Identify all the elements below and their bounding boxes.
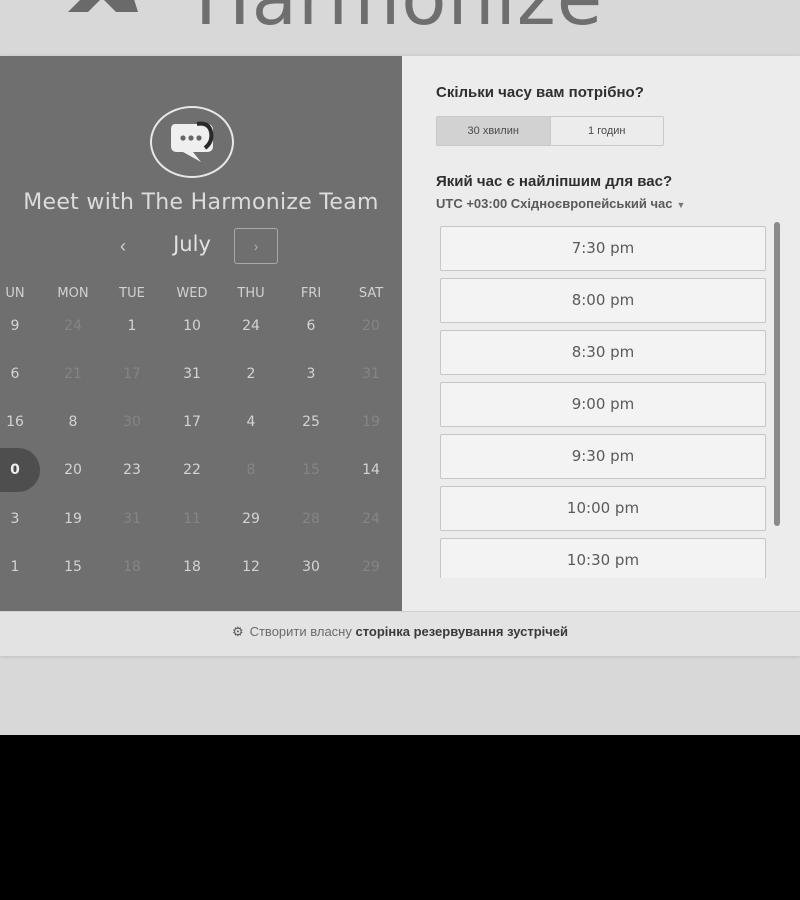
time-slot-button[interactable]: 10:30 pm xyxy=(440,538,766,578)
calendar-day: 19 xyxy=(362,414,380,430)
weekday-label: UN xyxy=(5,286,25,301)
calendar-day: 24 xyxy=(362,511,380,527)
month-navigation: ‹ July › xyxy=(0,228,402,268)
calendar-day[interactable]: 3 xyxy=(0,511,45,527)
duration-1-hour-button[interactable]: 1 годин xyxy=(550,117,663,145)
calendar-day[interactable]: 15 xyxy=(43,559,103,575)
calendar-day[interactable]: 20 xyxy=(43,462,103,478)
duration-selector: 30 хвилин 1 годин xyxy=(436,116,664,146)
calendar-day[interactable]: 29 xyxy=(221,511,281,527)
calendar-day: 15 xyxy=(302,462,320,478)
slot-list-scrollbar[interactable] xyxy=(774,222,780,526)
calendar-day: 21 xyxy=(64,366,82,382)
calendar-day: 31 xyxy=(123,511,141,527)
time-slot-button[interactable]: 8:00 pm xyxy=(440,278,766,323)
weekday-label: SAT xyxy=(358,286,384,301)
month-label: July xyxy=(173,232,211,256)
time-slot-list[interactable]: 7:30 pm 8:00 pm 8:30 pm 9:00 pm 9:30 pm 10:00… xyxy=(440,226,766,578)
weekday-label: MON xyxy=(57,286,89,301)
calendar-panel: Meet with The Harmonize Team ‹ July › UN… xyxy=(0,56,402,611)
calendar-day[interactable]: 4 xyxy=(221,414,281,430)
team-name: Meet with The Harmonize Team xyxy=(23,190,379,215)
calendar-day[interactable]: 12 xyxy=(221,559,281,575)
harmonize-logo-icon xyxy=(68,0,138,12)
weekday-label: FRI xyxy=(300,286,322,301)
weekday-label: TUE xyxy=(119,286,145,301)
footer-bar: ⚙ Створити власну сторінка резервування з… xyxy=(0,611,800,656)
calendar-day: 20 xyxy=(362,318,380,334)
calendar-day: 8 xyxy=(246,462,256,478)
calendar-day[interactable]: 10 xyxy=(162,318,222,334)
calendar-day: 29 xyxy=(362,559,380,575)
footer-link[interactable]: сторінка резервування зустрічей xyxy=(355,624,568,639)
calendar-day[interactable]: 14 xyxy=(341,462,401,478)
calendar-day[interactable]: 2 xyxy=(221,366,281,382)
footer-prefix: Створити власну xyxy=(249,624,356,639)
timezone-label: UTC +03:00 Східноєвропейський час xyxy=(436,196,673,211)
calendar-day: 17 xyxy=(123,366,141,382)
time-slot-button[interactable]: 10:00 pm xyxy=(440,486,766,531)
calendar-day[interactable]: 22 xyxy=(162,462,222,478)
calendar-day[interactable]: 1 xyxy=(0,559,45,575)
calendar-day[interactable]: 17 xyxy=(162,414,222,430)
duration-30-min-button[interactable]: 30 хвилин xyxy=(437,117,551,145)
calendar-day: 24 xyxy=(64,318,82,334)
calendar-day[interactable]: 31 xyxy=(162,366,222,382)
booking-panel: Скільки часу вам потрібно? 30 хвилин 1 г… xyxy=(402,56,800,611)
calendar-day[interactable]: 18 xyxy=(162,559,222,575)
calendar-day[interactable]: 6 xyxy=(281,318,341,334)
calendar-day[interactable]: 16 xyxy=(0,414,45,430)
time-slot-button[interactable]: 9:30 pm xyxy=(440,434,766,479)
calendar-day[interactable]: 30 xyxy=(281,559,341,575)
calendar-day[interactable]: 1 xyxy=(102,318,162,334)
time-slot-button[interactable]: 9:00 pm xyxy=(440,382,766,427)
duration-question: Скільки часу вам потрібно? xyxy=(436,84,644,101)
calendar-day[interactable]: 24 xyxy=(221,318,281,334)
calendar-day[interactable]: 19 xyxy=(43,511,103,527)
caret-down-icon: ▼ xyxy=(676,200,686,210)
timezone-dropdown[interactable]: UTC +03:00 Східноєвропейський час ▼ xyxy=(436,196,685,211)
hubspot-icon: ⚙ xyxy=(231,624,244,639)
calendar-day[interactable]: 6 xyxy=(0,366,45,382)
calendar-day[interactable]: 0 xyxy=(0,462,45,478)
time-slot-button[interactable]: 8:30 pm xyxy=(440,330,766,375)
calendar-day: 28 xyxy=(302,511,320,527)
time-question: Який час є найліпшим для вас? xyxy=(436,173,673,190)
weekday-label: THU xyxy=(237,286,265,301)
chat-avatar-icon xyxy=(150,106,234,178)
calendar-day[interactable]: 25 xyxy=(281,414,341,430)
prev-month-button[interactable]: ‹ xyxy=(120,236,126,257)
brand-header: Harmonize xyxy=(0,0,800,56)
calendar-day: 30 xyxy=(123,414,141,430)
booking-card: Meet with The Harmonize Team ‹ July › UN… xyxy=(0,56,800,656)
calendar-day[interactable]: 23 xyxy=(102,462,162,478)
calendar-day[interactable]: 3 xyxy=(281,366,341,382)
calendar-day[interactable]: 8 xyxy=(43,414,103,430)
time-slot-button[interactable]: 7:30 pm xyxy=(440,226,766,271)
weekday-label: WED xyxy=(176,286,208,301)
calendar-day: 11 xyxy=(183,511,201,527)
calendar-day: 18 xyxy=(123,559,141,575)
calendar-day: 31 xyxy=(362,366,380,382)
brand-name: Harmonize xyxy=(195,0,603,36)
calendar-day[interactable]: 9 xyxy=(0,318,45,334)
page-background: Harmonize Meet with The Harmonize Team ‹… xyxy=(0,0,800,735)
next-month-button[interactable]: › xyxy=(234,228,278,264)
